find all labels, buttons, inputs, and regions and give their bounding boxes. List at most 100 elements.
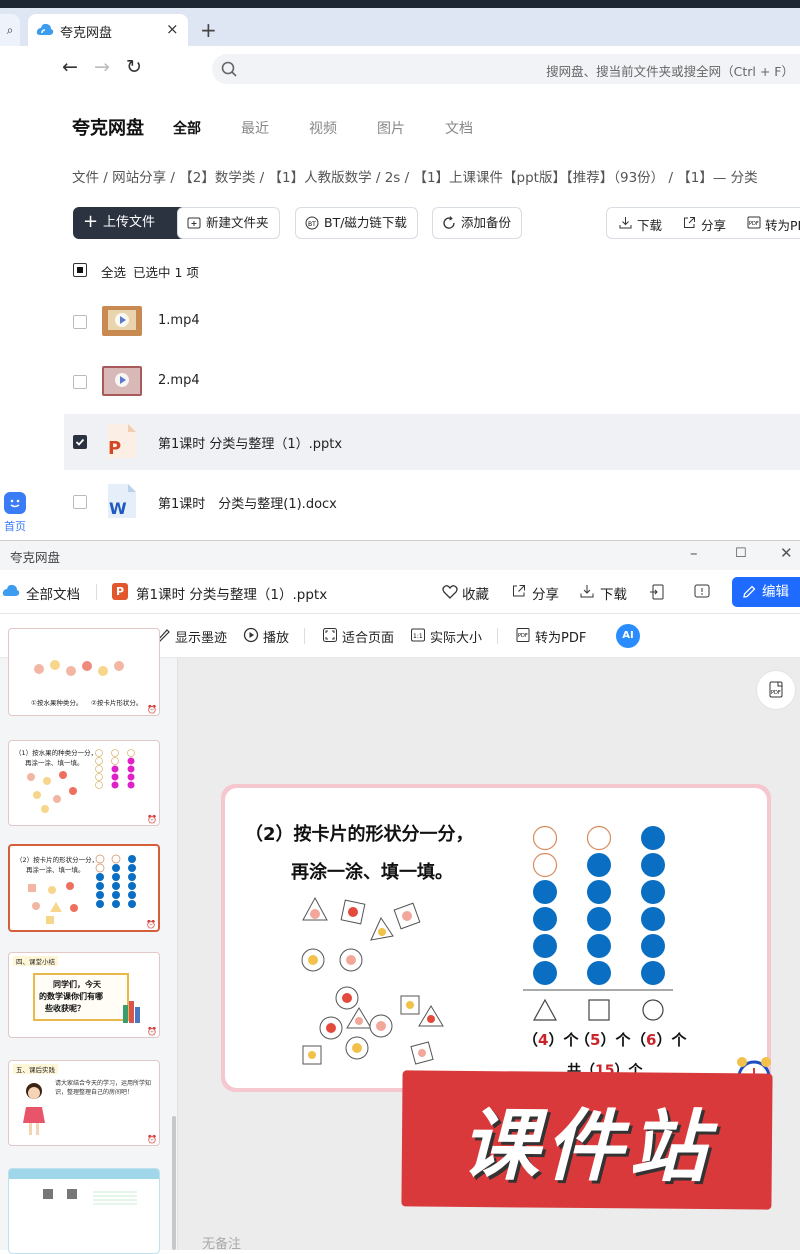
- show-ink-button[interactable]: 显示墨迹: [155, 627, 227, 646]
- slide-thumbnail[interactable]: 五、课后实践 请大家结合今天的学习，运用所学知识，整理整理自己的房间吧！ ⏰: [8, 1060, 160, 1146]
- tab-quark-drive[interactable]: 夸克网盘 ×: [28, 14, 188, 46]
- file-manager: 夸克网盘 全部 最近 视频 图片 文档 文件 / 网站分享 / 【2】数学类 /…: [0, 92, 800, 542]
- viewer-download-button[interactable]: 下载: [580, 583, 627, 603]
- close-tab-icon[interactable]: ×: [166, 20, 179, 38]
- alarm-clock-icon: ⏰: [147, 1027, 157, 1036]
- thumb-caption: ②按卡片形状分。: [91, 699, 143, 707]
- download-icon: [619, 217, 632, 229]
- address-bar[interactable]: 搜网盘、搜当前文件夹或搜全网（Ctrl + F）: [212, 54, 800, 84]
- tab-title: 夸克网盘: [60, 26, 113, 41]
- thumb-subtitle: 再涂一涂、填一填。: [26, 866, 85, 874]
- select-all-checkbox[interactable]: [73, 263, 87, 277]
- file-row[interactable]: 1.mp4: [64, 294, 800, 350]
- row-checkbox-checked[interactable]: [73, 435, 87, 449]
- fruit-cards-image: [34, 660, 124, 676]
- bt-download-label: BT/磁力链下载: [324, 215, 407, 230]
- svg-text:PDF: PDF: [749, 221, 759, 227]
- viewer-title-bar: 夸克网盘 – ☐ ✕: [0, 540, 800, 570]
- tab-all[interactable]: 全部: [173, 118, 201, 138]
- thumb-title: （2）按卡片的形状分一分，: [16, 856, 99, 864]
- back-arrow-icon[interactable]: ←: [62, 56, 78, 78]
- download-icon: [580, 585, 594, 598]
- share-button[interactable]: 分享: [683, 215, 726, 234]
- row-checkbox[interactable]: [73, 495, 87, 509]
- svg-text:W: W: [109, 499, 127, 518]
- cloud-logo-icon: [2, 584, 20, 596]
- reload-icon[interactable]: ↻: [126, 56, 142, 78]
- file-row-selected[interactable]: P 第1课时 分类与整理（1）.pptx: [64, 414, 800, 470]
- watermark-text: 课件站: [460, 1100, 714, 1194]
- home-label[interactable]: 首页: [4, 518, 26, 534]
- slide-thumbnail[interactable]: 四、课堂小结 同学们，今天 的数学课你们有哪 些收获呢？ ⏰: [8, 952, 160, 1038]
- fit-page-button[interactable]: 适合页面: [322, 627, 394, 646]
- search-icon: [221, 61, 237, 77]
- favorite-button[interactable]: 收藏: [442, 583, 489, 603]
- new-tab-icon[interactable]: +: [200, 18, 217, 42]
- slide-thumbnail-active[interactable]: （2）按卡片的形状分一分， 再涂一涂、填一填。 ⏰: [8, 844, 160, 932]
- file-name: 第1课时 分类与整理（1）.pptx: [158, 437, 343, 452]
- alarm-clock-icon: ⏰: [146, 920, 156, 929]
- feedback-icon[interactable]: [694, 584, 710, 600]
- row-checkbox[interactable]: [73, 315, 87, 329]
- bt-download-button[interactable]: BT BT/磁力链下载: [295, 207, 418, 239]
- sidebar-scrollbar[interactable]: [172, 1116, 176, 1250]
- file-row[interactable]: 2.mp4: [64, 354, 800, 410]
- viewer-window-title: 夸克网盘: [10, 550, 61, 565]
- slide-content: （2）按卡片的形状分一分， 再涂一涂、填一填。 （4）个 （5）个 （6）个 1…: [225, 788, 767, 1088]
- new-folder-button[interactable]: 新建文件夹: [177, 207, 280, 239]
- toolbar-divider: [304, 628, 305, 644]
- video-thumbnail: [102, 366, 142, 396]
- viewer-to-pdf-button[interactable]: PDF 转为PDF: [515, 627, 586, 646]
- alarm-clock-icon: ⏰: [147, 815, 157, 824]
- share-label: 分享: [701, 218, 727, 233]
- floating-pdf-button[interactable]: PDF: [756, 670, 796, 710]
- maximize-icon[interactable]: ☐: [735, 546, 747, 561]
- play-icon: [243, 627, 259, 643]
- magnet-icon: BT: [305, 216, 319, 230]
- minimize-icon[interactable]: –: [690, 544, 698, 562]
- slide-thumbnail[interactable]: （1）按水果的种类分一分， 再涂一涂、填一填。 ⏰: [8, 740, 160, 826]
- pptx-file-icon: P: [108, 424, 136, 459]
- all-documents-link[interactable]: 全部文档: [26, 583, 80, 603]
- actual-size-button[interactable]: 1:1 实际大小: [410, 627, 482, 646]
- selection-toolbar: 下载 分享 PDF 转为PDF: [606, 207, 800, 239]
- tab-recent[interactable]: 最近: [241, 118, 269, 138]
- tab-images[interactable]: 图片: [377, 118, 405, 138]
- add-backup-button[interactable]: 添加备份: [432, 207, 523, 239]
- previous-tab[interactable]: ⌕: [0, 14, 20, 46]
- thumb-text-block: [93, 1191, 137, 1207]
- export-icon[interactable]: [650, 584, 664, 600]
- play-button[interactable]: 播放: [243, 627, 289, 646]
- cloud-logo-icon: [36, 23, 54, 35]
- upload-button[interactable]: + 上传文件: [73, 207, 189, 239]
- fit-page-icon: [323, 628, 337, 642]
- to-pdf-button[interactable]: PDF 转为PDF: [747, 215, 800, 234]
- forward-arrow-icon[interactable]: →: [94, 56, 110, 78]
- tab-video[interactable]: 视频: [309, 118, 337, 138]
- download-button[interactable]: 下载: [619, 215, 662, 234]
- alarm-clock-icon: ⏰: [147, 705, 157, 714]
- slide-thumbnail[interactable]: [8, 1168, 160, 1254]
- select-all-label[interactable]: 全选: [101, 262, 126, 281]
- row-checkbox[interactable]: [73, 375, 87, 389]
- to-pdf-label: 转为PDF: [765, 218, 800, 233]
- slide-subtitle: 再涂一涂、填一填。: [291, 862, 453, 883]
- file-name: 2.mp4: [158, 373, 200, 388]
- ai-assistant-button[interactable]: AI: [616, 624, 640, 648]
- edit-button[interactable]: 编辑: [732, 577, 800, 607]
- triangle-count: （4）个: [523, 1031, 579, 1049]
- viewer-share-label: 分享: [532, 587, 559, 603]
- thumb-body: 些收获呢？: [45, 1004, 85, 1013]
- checkmark-icon: [75, 438, 85, 446]
- thumb-section-header: 五、课后实践: [13, 1064, 58, 1074]
- close-window-icon[interactable]: ✕: [780, 544, 793, 562]
- breadcrumb[interactable]: 文件 / 网站分享 / 【2】数学类 / 【1】人教版数学 / 2s / 【1】…: [72, 166, 758, 186]
- slide-thumbnail[interactable]: ①按水果种类分。 ②按卡片形状分。 ⏰: [8, 628, 160, 716]
- file-row[interactable]: W 第1课时 分类与整理(1).docx: [64, 474, 800, 530]
- tab-docs[interactable]: 文档: [445, 118, 473, 138]
- home-icon[interactable]: [4, 492, 26, 514]
- divider: [96, 584, 97, 600]
- sync-icon: [443, 216, 455, 229]
- viewer-share-button[interactable]: 分享: [512, 583, 559, 603]
- pdf-icon: PDF: [769, 681, 783, 698]
